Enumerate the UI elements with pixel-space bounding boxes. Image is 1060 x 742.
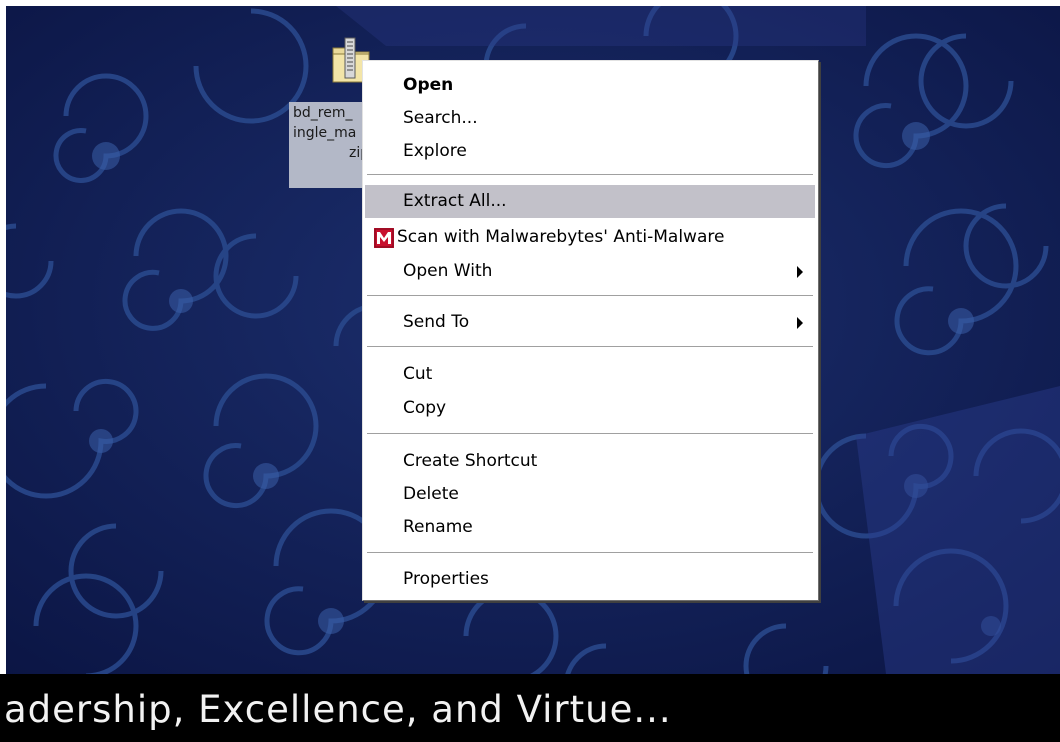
context-menu: Open Search... Explore Extract All... Sc… [362,60,819,601]
menu-item-label: Rename [403,517,473,537]
menu-item-label: Send To [403,312,470,332]
menu-item-copy[interactable]: Copy [365,392,815,425]
submenu-arrow-icon [797,317,803,329]
menu-item-label: Explore [403,141,467,161]
menu-item-rename[interactable]: Rename [365,511,815,544]
menu-separator [367,174,813,176]
bottom-banner: adership, Excellence, and Virtue... [0,674,1060,742]
menu-item-open[interactable]: Open [365,69,815,102]
menu-separator [367,433,813,435]
file-name-line-2: ingle_ma [293,125,357,141]
menu-separator [367,295,813,297]
file-name-line-1: bd_rem_ [293,105,353,121]
menu-item-send-to[interactable]: Send To [365,306,815,339]
menu-item-properties[interactable]: Properties [365,563,815,596]
menu-item-extract-all[interactable]: Extract All... [365,185,815,218]
banner-text: adership, Excellence, and Virtue... [4,688,672,731]
submenu-arrow-icon [797,266,803,278]
menu-separator [367,346,813,348]
menu-item-label: Delete [403,484,459,504]
menu-item-create-shortcut[interactable]: Create Shortcut [365,445,815,478]
menu-item-label: Properties [403,569,489,589]
menu-separator [367,552,813,554]
malwarebytes-icon [374,228,394,248]
menu-item-open-with[interactable]: Open With [365,255,815,288]
screenshot-frame: bd_rem_ ingle_ma zip Open Search... Expl… [0,0,1060,742]
menu-item-label: Scan with Malwarebytes' Anti-Malware [397,227,725,247]
menu-item-explore[interactable]: Explore [365,135,815,168]
menu-item-label: Create Shortcut [403,451,538,471]
menu-item-label: Copy [403,398,447,418]
menu-item-delete[interactable]: Delete [365,478,815,511]
menu-item-label: Open [403,75,454,95]
menu-item-label: Search... [403,108,478,128]
menu-item-search[interactable]: Search... [365,102,815,135]
menu-item-label: Open With [403,261,493,281]
menu-item-label: Extract All... [403,191,507,211]
menu-item-scan-malwarebytes[interactable]: Scan with Malwarebytes' Anti-Malware [365,221,815,254]
menu-item-label: Cut [403,364,433,384]
menu-item-cut[interactable]: Cut [365,358,815,391]
